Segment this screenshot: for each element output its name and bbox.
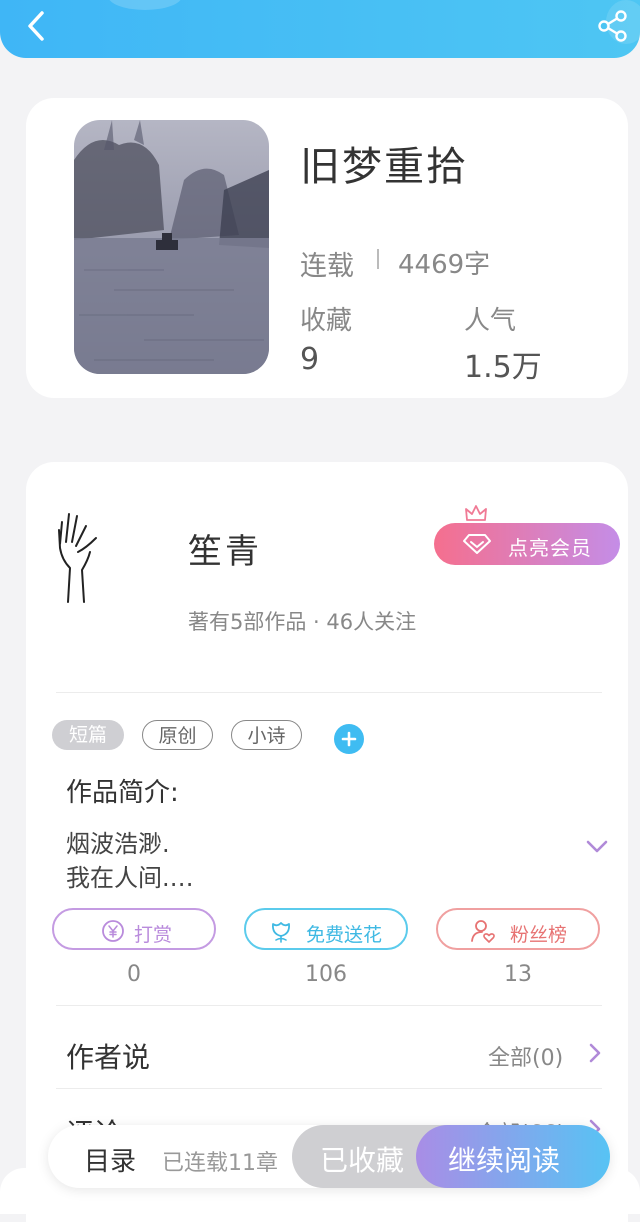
divider [56, 692, 602, 693]
vip-membership-button[interactable]: 点亮会员 [434, 505, 620, 565]
continue-reading-button[interactable]: 继续阅读 [416, 1125, 610, 1188]
flower-icon [272, 922, 290, 943]
divider [377, 249, 379, 269]
tip-count: 0 [127, 962, 141, 987]
serialization-status: 连载 [300, 251, 354, 282]
chevron-right-icon[interactable] [588, 1042, 602, 1064]
author-summary: 著有5部作品 · 46人关注 [188, 610, 417, 634]
back-button[interactable] [22, 8, 52, 44]
share-icon [598, 10, 627, 42]
add-tag-button[interactable] [334, 724, 364, 754]
vip-button-label: 点亮会员 [508, 536, 592, 560]
book-cover-image[interactable] [74, 120, 269, 374]
book-title: 旧梦重拾 [300, 144, 468, 190]
diamond-icon [463, 534, 491, 554]
tag-short[interactable]: 短篇 [52, 720, 124, 750]
tag-poem[interactable]: 小诗 [231, 720, 302, 750]
flower-count: 106 [305, 962, 347, 987]
crown-icon [465, 505, 487, 521]
fan-ranking-button[interactable]: 粉丝榜 [436, 908, 600, 950]
tip-button[interactable]: 打赏 [52, 908, 216, 950]
chapter-count: 已连载11章 [162, 1151, 278, 1176]
fan-user-icon [471, 920, 495, 943]
book-details-card: 笙青 著有5部作品 · 46人关注 点亮会员 短篇 原创 小诗 作品简介: 烟波… [26, 462, 628, 1222]
divider [56, 1005, 602, 1006]
chevron-down-icon [586, 840, 608, 853]
author-avatar[interactable] [56, 508, 100, 604]
tip-label: 打赏 [134, 924, 173, 946]
share-button[interactable] [596, 9, 630, 43]
intro-text-line: 我在人间.… [66, 864, 194, 892]
decorative-bubble [108, 0, 182, 10]
fan-count: 13 [504, 962, 532, 987]
popularity-label: 人气 [464, 306, 517, 336]
intro-text-line: 烟波浩渺. [66, 830, 170, 858]
author-says-all-link[interactable]: 全部(0) [488, 1040, 563, 1072]
misty-river-cover-art [74, 120, 269, 374]
send-flower-button[interactable]: 免费送花 [244, 908, 408, 950]
yen-coin-icon [102, 920, 124, 942]
collected-label: 已收藏 [320, 1144, 405, 1177]
word-count: 4469字 [398, 250, 491, 280]
book-info-card: 旧梦重拾 连载 4469字 收藏 9 人气 1.5万 [26, 98, 628, 398]
send-flower-label: 免费送花 [306, 924, 383, 946]
continue-reading-label: 继续阅读 [448, 1144, 561, 1177]
popularity-count: 1.5万 [464, 350, 542, 385]
hand-sketch-avatar-icon [58, 513, 97, 603]
author-name[interactable]: 笙青 [188, 524, 262, 573]
chevron-left-icon [28, 11, 44, 41]
author-says-heading: 作者说 [66, 1041, 151, 1074]
plus-icon [341, 731, 357, 747]
fan-ranking-label: 粉丝榜 [510, 924, 568, 946]
table-of-contents-button[interactable]: 目录 [84, 1141, 136, 1178]
intro-heading: 作品简介: [66, 778, 179, 808]
bottom-action-bar: 目录 已连载11章 已收藏 继续阅读 [48, 1125, 610, 1188]
expand-intro-button[interactable] [584, 838, 610, 856]
divider [56, 1088, 602, 1089]
collect-count: 9 [300, 342, 320, 377]
collect-label: 收藏 [300, 306, 353, 336]
top-navigation-bar [0, 0, 640, 58]
tag-original[interactable]: 原创 [142, 720, 213, 750]
